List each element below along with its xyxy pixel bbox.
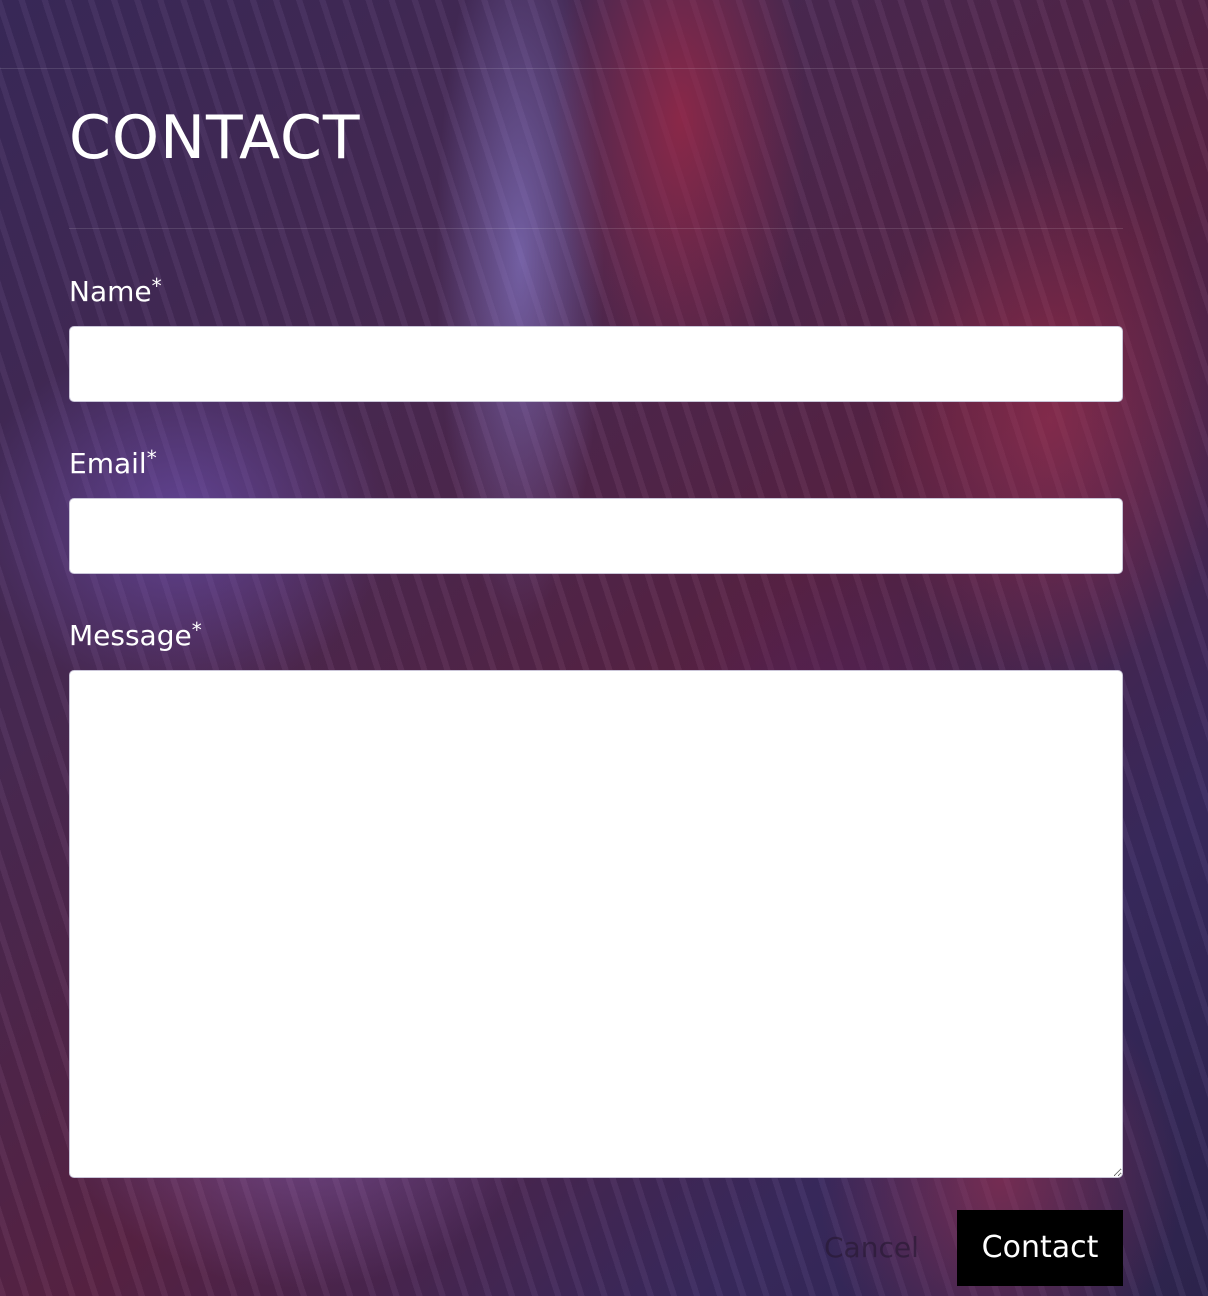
page-title: CONTACT bbox=[69, 103, 361, 173]
contact-page: { "page": { "title": "CONTACT" }, "form"… bbox=[0, 0, 1208, 1296]
message-required-marker: * bbox=[191, 618, 202, 642]
title-divider bbox=[69, 228, 1123, 229]
email-label-text: Email bbox=[69, 447, 147, 480]
name-input[interactable] bbox=[69, 326, 1123, 402]
top-divider bbox=[0, 68, 1208, 69]
contact-submit-button[interactable]: Contact bbox=[957, 1210, 1123, 1286]
message-label-text: Message bbox=[69, 619, 192, 652]
name-label: Name* bbox=[69, 268, 162, 310]
name-required-marker: * bbox=[151, 274, 162, 298]
name-label-text: Name bbox=[69, 275, 152, 308]
message-label: Message* bbox=[69, 612, 202, 654]
cancel-button[interactable]: Cancel bbox=[824, 1226, 919, 1270]
email-required-marker: * bbox=[146, 446, 157, 470]
email-input[interactable] bbox=[69, 498, 1123, 574]
email-label: Email* bbox=[69, 440, 157, 482]
message-textarea[interactable] bbox=[69, 670, 1123, 1178]
